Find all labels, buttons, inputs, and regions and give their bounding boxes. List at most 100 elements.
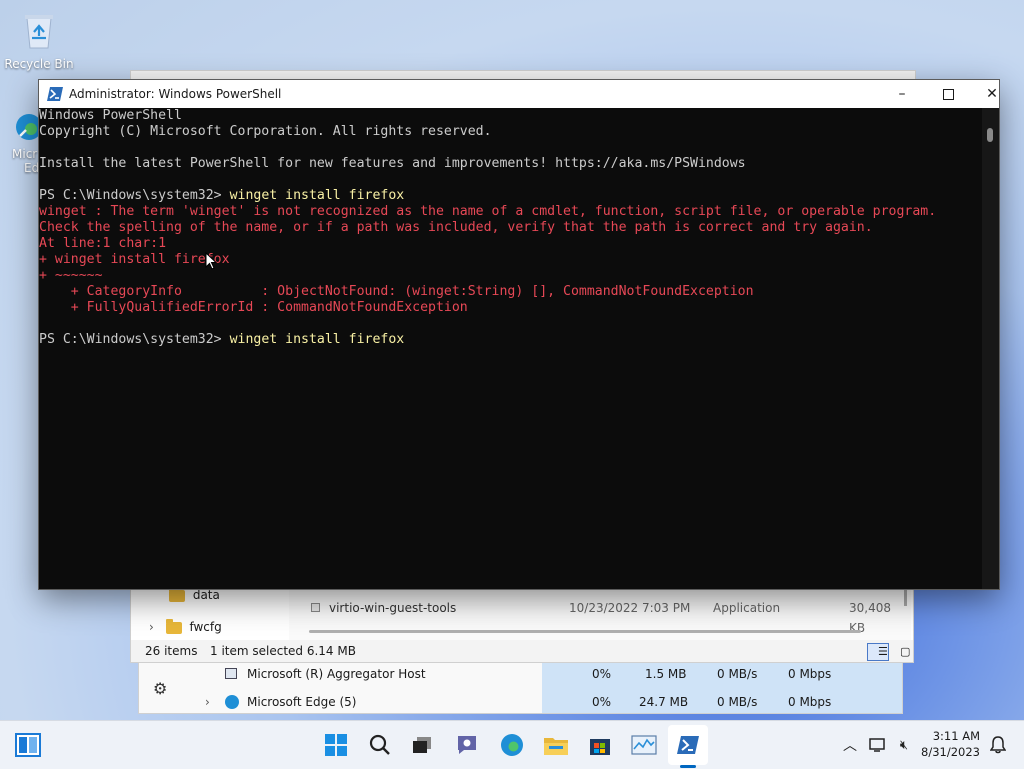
process-network: 0 Mbps [788, 667, 832, 681]
console-prompt: PS C:\Windows\system32> [39, 332, 230, 347]
console-line: Copyright (C) Microsoft Corporation. All… [39, 124, 999, 140]
mouse-pointer-icon [205, 252, 217, 270]
process-cpu: 0% [592, 667, 612, 681]
nav-item-fwcfg[interactable]: › fwcfg [131, 616, 271, 638]
file-row[interactable]: virtio-win-guest-tools 10/23/2022 7:03 P… [289, 598, 909, 635]
folder-icon [165, 618, 182, 634]
details-view-button[interactable]: ☰ [867, 643, 889, 661]
store-icon [590, 739, 610, 755]
process-network: 0 Mbps [788, 695, 832, 709]
console-line: Windows PowerShell [39, 108, 999, 124]
clock-time: 3:11 AM [932, 729, 980, 743]
network-button[interactable] [864, 725, 892, 765]
console-text: Copyright (C) Microsoft Corporation. All… [39, 124, 492, 139]
windows-logo-icon [325, 734, 347, 756]
minimize-button[interactable]: – [879, 80, 925, 108]
edge-icon [501, 734, 523, 756]
maximize-icon [942, 88, 954, 100]
notifications-button[interactable] [984, 725, 1012, 765]
chevron-up-icon: ︿ [843, 738, 857, 754]
powershell-icon [677, 736, 699, 754]
console-error-text: Check the spelling of the name, or if a … [39, 220, 873, 235]
process-row[interactable]: Microsoft (R) Aggregator Host 0% 1.5 MB … [139, 661, 902, 687]
edge-taskbar-button[interactable] [492, 725, 532, 765]
selection-info: 1 item selected 6.14 MB [210, 644, 356, 658]
window-title: Administrator: Windows PowerShell [69, 87, 282, 101]
task-view-button[interactable] [402, 725, 442, 765]
scrollbar-thumb[interactable] [987, 128, 993, 142]
store-button[interactable] [580, 725, 620, 765]
console-error-text: + ~~~~~~ [39, 268, 103, 283]
tiles-view-button[interactable]: ▢ [889, 643, 911, 661]
minimize-icon: – [898, 86, 906, 102]
powershell-taskbar-button[interactable] [668, 725, 708, 765]
process-name: Microsoft Edge (5) [247, 695, 357, 709]
close-button[interactable]: ✕ [969, 80, 1015, 108]
process-row[interactable]: › Microsoft Edge (5) 0% 24.7 MB 0 MB/s 0… [139, 689, 902, 715]
task-manager-button[interactable] [624, 725, 664, 765]
powershell-titlebar[interactable]: Administrator: Windows PowerShell – ✕ [39, 80, 999, 108]
console-scrollbar[interactable] [982, 108, 999, 589]
task-view-icon [413, 737, 431, 753]
network-icon [869, 738, 885, 752]
console-error-text: + FullyQualifiedErrorId : CommandNotFoun… [39, 300, 468, 315]
console-prompt: PS C:\Windows\system32> [39, 188, 230, 203]
console-error-text: + CategoryInfo : ObjectNotFound: (winget… [39, 284, 754, 299]
console-line: Check the spelling of the name, or if a … [39, 220, 999, 236]
console-line: + winget install firefox [39, 252, 999, 268]
vertical-scrollbar[interactable] [904, 588, 907, 606]
console-text: Windows PowerShell [39, 108, 182, 123]
powershell-window[interactable]: Administrator: Windows PowerShell – ✕ Wi… [39, 80, 999, 589]
explorer-file-list: virtio-win-guest-tools 10/23/2022 7:03 P… [289, 586, 911, 640]
desktop-icon-recycle-bin[interactable]: Recycle Bin [4, 10, 74, 71]
chat-icon [458, 736, 476, 754]
volume-button[interactable]: 🔇︎ [890, 725, 918, 765]
item-count: 26 items [145, 644, 198, 658]
widgets-icon [15, 733, 41, 757]
file-explorer-button[interactable] [536, 725, 576, 765]
console-error-text: At line:1 char:1 [39, 236, 167, 251]
console-line: At line:1 char:1 [39, 236, 999, 252]
console-line: + FullyQualifiedErrorId : CommandNotFoun… [39, 300, 999, 316]
tiles-view-icon: ▢ [900, 645, 911, 658]
desktop-icon-edge[interactable]: Micr Ed [2, 112, 42, 175]
console-output[interactable]: Windows PowerShell Copyright (C) Microsof… [39, 108, 999, 589]
process-disk: 0 MB/s [717, 667, 758, 681]
file-name: virtio-win-guest-tools [329, 601, 457, 615]
chevron-right-icon[interactable]: › [149, 620, 154, 634]
file-date: 10/23/2022 7:03 PM [569, 601, 691, 615]
maximize-button[interactable] [925, 80, 971, 108]
console-line: PS C:\Windows\system32> winget install f… [39, 332, 999, 348]
search-button[interactable] [360, 725, 400, 765]
chat-button[interactable] [447, 725, 487, 765]
task-manager-icon [631, 735, 657, 755]
process-icon [225, 668, 237, 679]
show-hidden-icons-button[interactable]: ︿ [832, 725, 868, 765]
expand-chevron-icon[interactable]: › [205, 689, 210, 715]
edge-icon [14, 112, 42, 145]
folder-icon [544, 738, 568, 755]
process-cpu: 0% [592, 695, 612, 709]
edge-icon [225, 695, 239, 709]
console-error-text: winget : The term 'winget' is not recogn… [39, 204, 937, 219]
task-manager-window: ⚙ Microsoft (R) Aggregator Host 0% 1.5 M… [138, 662, 903, 714]
notification-bell-icon [990, 736, 1006, 754]
explorer-nav-pane: data › fwcfg [131, 586, 271, 640]
process-memory: 1.5 MB [645, 667, 687, 681]
application-icon [311, 603, 320, 612]
nav-item-label: fwcfg [189, 620, 222, 634]
explorer-statusbar: 26 items 1 item selected 6.14 MB ☰ ▢ [131, 640, 913, 662]
search-icon [369, 734, 390, 755]
horizontal-scrollbar[interactable] [309, 630, 861, 633]
start-button[interactable] [316, 725, 356, 765]
console-error-text: + winget install firefox [39, 252, 230, 267]
recycle-bin-label: Recycle Bin [4, 57, 74, 71]
process-disk: 0 MB/s [717, 695, 758, 709]
clock[interactable]: 3:11 AM 8/31/2023 [921, 728, 980, 760]
task-view-desktop-button[interactable] [8, 725, 48, 765]
recycle-bin-icon [4, 10, 74, 53]
console-line: winget : The term 'winget' is not recogn… [39, 204, 999, 220]
